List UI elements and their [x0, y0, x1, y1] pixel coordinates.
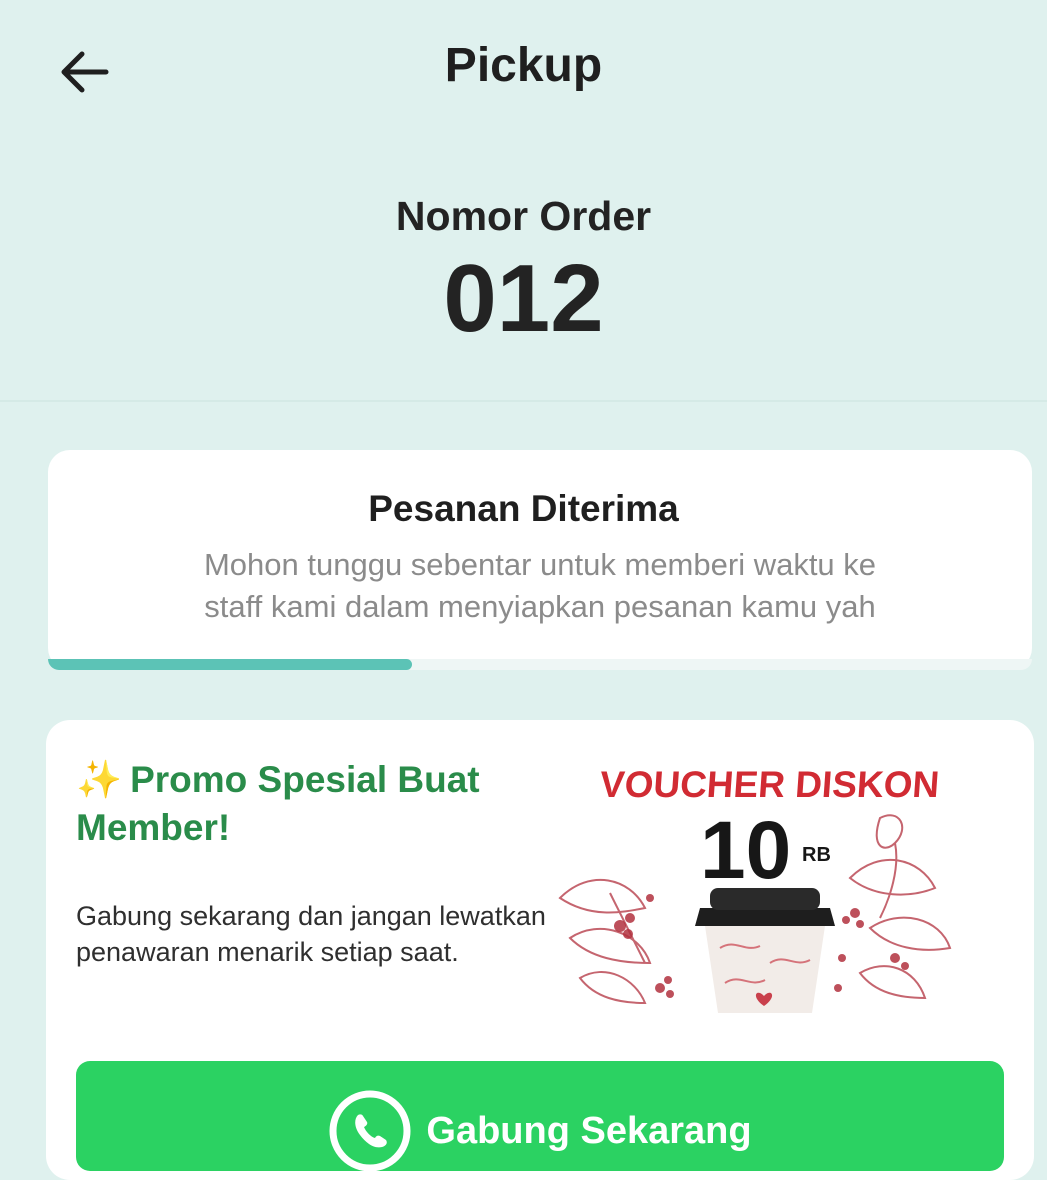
- page-title: Pickup: [444, 39, 603, 92]
- voucher-image: VOUCHER DISKON 10 RB: [550, 748, 960, 1018]
- whatsapp-icon: [329, 1090, 411, 1172]
- voucher-amount: 10: [700, 805, 792, 896]
- order-number-label: Nomor Order: [395, 193, 652, 239]
- order-status-description-line: Mohon tunggu sebentar untuk memberi wakt…: [203, 547, 877, 582]
- promo-title-text: Promo Spesial Buat Member!: [76, 759, 480, 848]
- promo-title: ✨ Promo Spesial Buat Member!: [76, 756, 546, 852]
- voucher-unit: RB: [802, 844, 831, 866]
- order-number: 012: [443, 245, 604, 352]
- join-now-button-content: Gabung Sekarang: [76, 1089, 1004, 1173]
- voucher-headline: VOUCHER DISKON: [598, 764, 941, 805]
- order-status-description-line: staff kami dalam menyiapkan pesanan kamu…: [204, 589, 876, 624]
- join-now-button[interactable]: Gabung Sekarang: [76, 1061, 1004, 1173]
- sparkle-icon: ✨: [76, 759, 123, 800]
- divider: [0, 400, 1047, 402]
- order-info: Nomor Order 012: [0, 188, 1047, 354]
- progress-bar-fill: [48, 659, 412, 670]
- order-status-title: Pesanan Diterima: [368, 488, 679, 529]
- join-now-label: Gabung Sekarang: [426, 1109, 752, 1152]
- app-header: Pickup: [0, 0, 1047, 140]
- order-status-description: Mohon tunggu sebentar untuk memberi wakt…: [130, 544, 950, 628]
- promo-description: Gabung sekarang dan jangan lewatkan pena…: [76, 901, 546, 967]
